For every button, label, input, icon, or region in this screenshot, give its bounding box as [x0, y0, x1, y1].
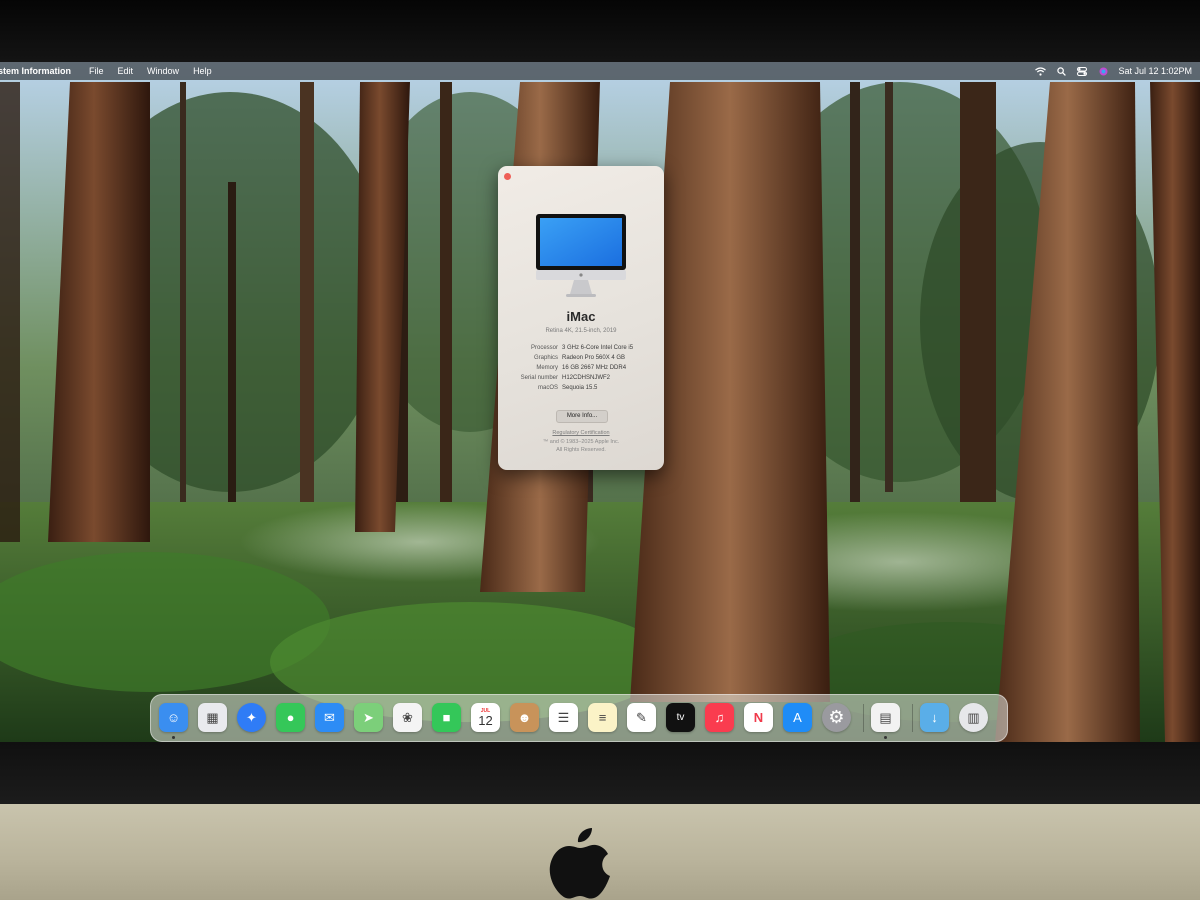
status-menus: Sat Jul 12 1:02PM — [1034, 62, 1192, 80]
model-subtitle: Retina 4K, 21.5-inch, 2019 — [545, 328, 617, 334]
trash-icon[interactable]: ▥ — [959, 703, 988, 732]
control-center-icon[interactable] — [1076, 65, 1088, 77]
calendar-day: 12 — [478, 712, 493, 728]
trash-glyph: ▥ — [967, 709, 980, 725]
reminders-icon[interactable]: ☰ — [549, 703, 578, 732]
dock-running-indicator — [172, 736, 175, 739]
dock: ☺ ▦ ✦ ● ✉ ➤ ❀ ■ JUL 12 ☻ ☰ ≡ ✎ tv ♫ N A ⚙ ▤ ↓ ▥ — [150, 694, 1008, 742]
dock-separator — [912, 704, 913, 732]
more-info-button[interactable]: More Info... — [556, 410, 608, 423]
screen: stem Information File Edit Window Help S… — [0, 62, 1200, 742]
spec-value: 3 GHz 6-Core Intel Core i5 — [562, 345, 634, 351]
dock-separator — [863, 704, 864, 732]
search-icon[interactable] — [1055, 65, 1067, 77]
spec-label: Processor — [530, 345, 558, 351]
apple-logo-icon — [549, 828, 610, 899]
app-store-icon[interactable]: A — [783, 703, 812, 732]
launchpad-icon[interactable]: ▦ — [198, 703, 227, 732]
monitor-bezel-top — [0, 0, 1200, 62]
news-glyph: N — [753, 710, 764, 725]
monitor-bezel-bottom — [0, 742, 1200, 804]
specs-table: Processor 3 GHz 6-Core Intel Core i5 Gra… — [508, 343, 646, 393]
about-this-mac-window: iMac Retina 4K, 21.5-inch, 2019 Processo… — [498, 166, 664, 470]
imac-illustration-icon — [536, 214, 626, 297]
mail-icon[interactable]: ✉ — [315, 703, 344, 732]
maps-glyph: ➤ — [363, 709, 374, 725]
menu-edit[interactable]: Edit — [112, 66, 142, 76]
copyright-line-2: All Rights Reserved. — [556, 447, 606, 453]
news-icon[interactable]: N — [744, 703, 773, 732]
downloads-folder-icon[interactable]: ↓ — [920, 703, 949, 732]
contacts-glyph: ☻ — [517, 710, 532, 725]
facetime-icon[interactable]: ■ — [432, 703, 461, 732]
calendar-icon[interactable]: JUL 12 — [471, 703, 500, 732]
apple-tv-icon[interactable]: tv — [666, 703, 695, 732]
reminders-glyph: ☰ — [557, 709, 570, 725]
freeform-glyph: ✎ — [636, 709, 647, 725]
photos-glyph: ❀ — [402, 709, 413, 725]
system-information-glyph: ▤ — [879, 709, 892, 725]
close-button[interactable] — [504, 173, 511, 180]
downloads-folder-glyph: ↓ — [931, 710, 938, 725]
siri-icon[interactable] — [1097, 65, 1109, 77]
safari-icon[interactable]: ✦ — [237, 703, 266, 732]
spec-label: Memory — [536, 365, 558, 371]
dock-running-indicator — [884, 736, 887, 739]
menu-window[interactable]: Window — [141, 66, 187, 76]
spec-value: 16 GB 2667 MHz DDR4 — [562, 365, 627, 371]
launchpad-glyph: ▦ — [206, 709, 219, 725]
music-glyph: ♫ — [714, 710, 725, 725]
notes-icon[interactable]: ≡ — [588, 703, 617, 732]
copyright-line-1: ™ and © 1983–2025 Apple Inc. — [542, 439, 620, 445]
wifi-icon[interactable] — [1034, 65, 1046, 77]
finder-icon[interactable]: ☺ — [159, 703, 188, 732]
model-name: iMac — [566, 309, 596, 324]
mail-glyph: ✉ — [324, 709, 335, 725]
finder-glyph: ☺ — [166, 710, 181, 725]
notes-glyph: ≡ — [598, 710, 607, 725]
spec-label: macOS — [537, 385, 558, 391]
spec-value: Sequoia 15.5 — [562, 385, 598, 391]
menu-file[interactable]: File — [79, 66, 112, 76]
spec-label: Serial number — [520, 375, 558, 381]
menu-clock[interactable]: Sat Jul 12 1:02PM — [1118, 66, 1192, 76]
contacts-icon[interactable]: ☻ — [510, 703, 539, 732]
menu-help[interactable]: Help — [187, 66, 220, 76]
safari-glyph: ✦ — [246, 709, 257, 725]
spec-row-graphics: Graphics Radeon Pro 560X 4 GB — [508, 353, 646, 363]
maps-icon[interactable]: ➤ — [354, 703, 383, 732]
spec-value: Radeon Pro 560X 4 GB — [562, 355, 626, 361]
menu-bar: stem Information File Edit Window Help S… — [0, 62, 1200, 80]
app-store-glyph: A — [793, 710, 802, 725]
messages-icon[interactable]: ● — [276, 703, 305, 732]
spec-row-serial: Serial number H12CDHSNJWF2 — [508, 373, 646, 383]
system-information-icon[interactable]: ▤ — [871, 703, 900, 732]
regulatory-certification-link[interactable]: Regulatory Certification — [498, 430, 664, 436]
spec-label: Graphics — [533, 355, 558, 361]
facetime-glyph: ■ — [442, 710, 451, 725]
system-settings-icon[interactable]: ⚙ — [822, 703, 851, 732]
menu-app-name[interactable]: stem Information — [0, 66, 79, 76]
apple-tv-glyph: tv — [676, 712, 685, 723]
copyright-text: ™ and © 1983–2025 Apple Inc. All Rights … — [498, 438, 664, 454]
spec-row-memory: Memory 16 GB 2667 MHz DDR4 — [508, 363, 646, 373]
system-settings-glyph: ⚙ — [828, 707, 845, 727]
spec-row-macos: macOS Sequoia 15.5 — [508, 383, 646, 393]
music-icon[interactable]: ♫ — [705, 703, 734, 732]
spec-value: H12CDHSNJWF2 — [562, 375, 611, 381]
photos-icon[interactable]: ❀ — [393, 703, 422, 732]
spec-row-processor: Processor 3 GHz 6-Core Intel Core i5 — [508, 343, 646, 353]
messages-glyph: ● — [286, 710, 295, 725]
freeform-icon[interactable]: ✎ — [627, 703, 656, 732]
